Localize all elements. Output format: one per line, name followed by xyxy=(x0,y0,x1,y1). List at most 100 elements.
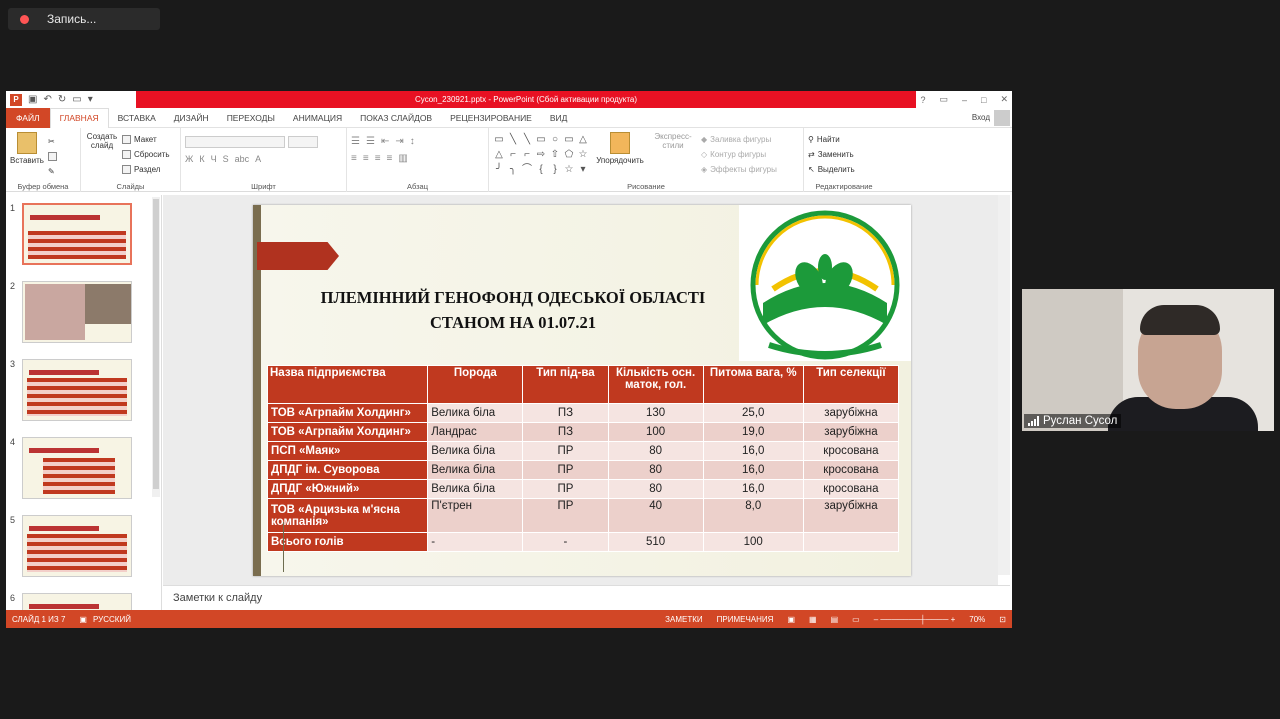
arrange-button[interactable]: Упорядочить xyxy=(595,132,645,177)
line-spacing-icon[interactable]: ↕ xyxy=(410,136,415,147)
tab-slideshow[interactable]: ПОКАЗ СЛАЙДОВ xyxy=(351,108,441,128)
table-cell: 130 xyxy=(607,403,704,423)
column-header: Кількість осн. маток, гол. xyxy=(607,365,704,404)
notes-button[interactable]: ЗАМЕТКИ xyxy=(665,615,702,624)
replace-button[interactable]: ⇄ Заменить xyxy=(808,147,880,162)
tab-insert[interactable]: ВСТАВКА xyxy=(109,108,165,128)
reset-button[interactable]: Сбросить xyxy=(122,147,170,162)
select-button[interactable]: ↖ Выделить xyxy=(808,162,880,177)
recording-indicator[interactable]: Запись... xyxy=(8,8,160,30)
thumbnail-image xyxy=(22,437,132,499)
columns-icon[interactable]: ▥ xyxy=(398,153,407,164)
ribbon-options-icon[interactable]: ▭ xyxy=(939,94,948,105)
slide-sorter-icon[interactable]: ▦ xyxy=(809,615,817,624)
quick-styles-button[interactable]: Экспресс-стили xyxy=(651,132,756,264)
window-controls: ? ▭ – □ ✕ xyxy=(920,91,1008,108)
table-row: ДПДГ «Южний» Велика біла ПР 80 16,0 кросована xyxy=(266,479,900,499)
tab-file[interactable]: ФАЙЛ xyxy=(6,107,50,128)
layout-button[interactable]: Макет xyxy=(122,132,170,147)
table-cell: ТОВ «Агрпайм Холдинг» xyxy=(266,403,429,423)
thumbnails-scrollbar[interactable] xyxy=(152,197,160,497)
zoom-slider[interactable]: – ───────┼──── + xyxy=(874,615,956,624)
shape-outline-button[interactable]: ◇ Контур фигуры xyxy=(701,147,777,162)
underline-icon[interactable]: Ч xyxy=(211,154,217,164)
fit-slide-icon[interactable]: ⊡ xyxy=(999,615,1006,624)
font-family-select[interactable] xyxy=(185,136,285,148)
tab-view[interactable]: ВИД xyxy=(541,108,577,128)
thumbnail-3[interactable]: 3 xyxy=(10,359,132,421)
copy-button[interactable] xyxy=(48,149,57,164)
spelling-icon[interactable]: ▣ xyxy=(79,615,87,624)
table-cell: зарубіжна xyxy=(802,422,900,442)
shape-outline-label: Контур фигуры xyxy=(710,150,767,159)
thumbnail-4[interactable]: 4 xyxy=(10,437,132,499)
numbering-icon[interactable]: ☰ xyxy=(366,136,375,147)
comments-button[interactable]: ПРИМЕЧАНИЯ xyxy=(717,615,774,624)
redo-icon[interactable]: ↻ xyxy=(58,94,66,105)
university-logo-icon xyxy=(750,210,900,360)
font-size-select[interactable] xyxy=(288,136,318,148)
normal-view-icon[interactable]: ▣ xyxy=(787,615,795,624)
mouse-cursor-icon xyxy=(900,272,906,282)
reading-view-icon[interactable]: ▤ xyxy=(831,615,839,624)
new-slide-label: Создать слайд xyxy=(86,132,118,150)
paste-icon xyxy=(17,132,37,154)
shapes-gallery[interactable]: ▭ ╲ ╲ ▭ ○ ▭ △ △ ⌐ ⌐ ⇨ ⇧ ⬠ ☆ ╯ ╮ ⌒{} ☆ ▾ xyxy=(493,134,589,177)
bullets-icon[interactable]: ☰ xyxy=(351,136,360,147)
slideshow-view-icon[interactable]: ▭ xyxy=(852,615,860,624)
undo-icon[interactable]: ↶ xyxy=(43,94,51,105)
strike-icon[interactable]: abc xyxy=(235,154,250,164)
thumbnail-5[interactable]: 5 xyxy=(10,515,132,577)
indent-icon[interactable]: ⇤ xyxy=(381,136,389,147)
tab-animations[interactable]: АНИМАЦИЯ xyxy=(284,108,351,128)
cut-button[interactable]: ✂ xyxy=(48,134,57,149)
tab-review[interactable]: РЕЦЕНЗИРОВАНИЕ xyxy=(441,108,541,128)
signal-icon xyxy=(1028,416,1039,426)
close-icon[interactable]: ✕ xyxy=(1000,94,1008,105)
slide[interactable]: ПЛЕМІННИЙ ГЕНОФОНД ОДЕСЬКОЇ ОБЛАСТІ СТАН… xyxy=(253,205,911,576)
avatar[interactable] xyxy=(994,110,1010,126)
group-label: Слайды xyxy=(116,182,145,191)
justify-icon[interactable]: ≡ xyxy=(387,153,393,164)
group-paragraph: ☰ ☰ ⇤ ⇥ ↕ ≡ ≡ ≡ ≡ ▥ Абзац xyxy=(347,128,489,192)
format-painter-button[interactable]: ✎ xyxy=(48,164,57,179)
align-center-icon[interactable]: ≡ xyxy=(363,153,369,164)
find-label: Найти xyxy=(816,135,840,144)
copy-icon xyxy=(48,152,57,161)
table-row: ТОВ «Агрпайм Холдинг» Ландрас ПЗ 100 19,0 зар… xyxy=(266,422,900,442)
customize-qat-icon[interactable]: ▾ xyxy=(88,94,93,105)
paste-button[interactable]: Вставить xyxy=(10,132,44,179)
shape-effects-button[interactable]: ◈ Эффекты фигуры xyxy=(701,162,777,177)
genofond-table[interactable]: Назва підприємства Порода Тип під-ва Кіл… xyxy=(266,365,900,552)
tab-design[interactable]: ДИЗАЙН xyxy=(165,108,218,128)
start-slideshow-icon[interactable]: ▭ xyxy=(72,94,81,105)
new-slide-button[interactable]: Создать слайд xyxy=(85,132,348,264)
find-button[interactable]: ⚲ Найти xyxy=(808,132,880,147)
slide-title[interactable]: ПЛЕМІННИЙ ГЕНОФОНД ОДЕСЬКОЇ ОБЛАСТІ СТАН… xyxy=(273,285,753,335)
align-left-icon[interactable]: ≡ xyxy=(351,153,357,164)
shadow-icon[interactable]: S xyxy=(223,154,229,164)
bold-icon[interactable]: Ж xyxy=(185,154,193,164)
tab-home[interactable]: ГЛАВНАЯ xyxy=(49,107,109,128)
font-color-icon[interactable]: А xyxy=(255,154,261,164)
outdent-icon[interactable]: ⇥ xyxy=(395,136,403,147)
zoom-level[interactable]: 70% xyxy=(969,615,985,624)
thumbnail-1[interactable]: 1 xyxy=(10,203,132,265)
tab-transitions[interactable]: ПЕРЕХОДЫ xyxy=(218,108,284,128)
italic-icon[interactable]: К xyxy=(199,154,204,164)
maximize-icon[interactable]: □ xyxy=(981,95,986,105)
help-icon[interactable]: ? xyxy=(920,95,925,105)
thumbnail-2[interactable]: 2 xyxy=(10,281,132,343)
thumbnail-number: 3 xyxy=(10,359,16,369)
sign-in-link[interactable]: Вход xyxy=(972,113,990,122)
save-icon[interactable]: ▣ xyxy=(28,94,37,105)
table-cell: ПР xyxy=(522,498,609,533)
align-right-icon[interactable]: ≡ xyxy=(375,153,381,164)
slide-scrollbar[interactable] xyxy=(998,195,1010,575)
notes-pane[interactable]: Заметки к слайду xyxy=(163,585,1010,610)
participant-video[interactable]: Руслан Сусол xyxy=(1022,289,1274,431)
language-indicator[interactable]: РУССКИЙ xyxy=(93,615,131,624)
shape-fill-button[interactable]: ◆ Заливка фигуры xyxy=(701,132,777,147)
minimize-icon[interactable]: – xyxy=(962,95,967,105)
section-button[interactable]: Раздел xyxy=(122,162,170,177)
